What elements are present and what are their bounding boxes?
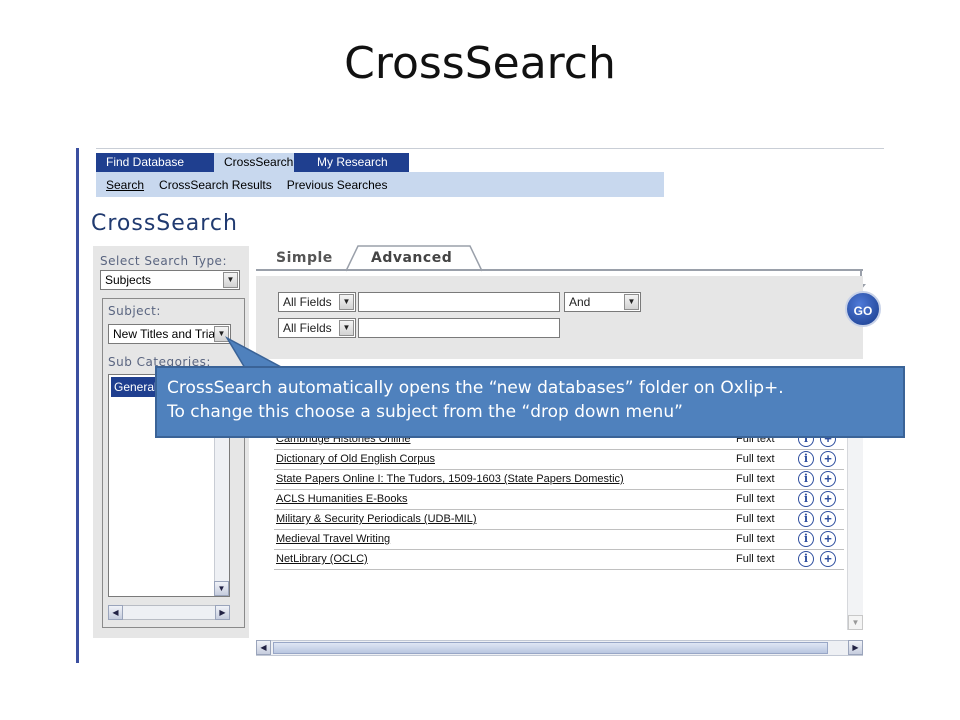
- plus-icon[interactable]: +: [820, 451, 836, 467]
- search-type-select[interactable]: Subjects ▼: [100, 270, 240, 290]
- info-icon[interactable]: i: [798, 491, 814, 507]
- tab-simple[interactable]: Simple: [276, 246, 333, 270]
- result-access: Full text: [736, 473, 775, 485]
- chevron-down-icon[interactable]: ▼: [339, 320, 354, 336]
- result-access: Full text: [736, 533, 775, 545]
- table-row: Medieval Travel Writing Full text i +: [274, 530, 844, 550]
- callout-box: CrossSearch automatically opens the “new…: [155, 366, 905, 438]
- search-type-panel: Select Search Type: Subjects ▼ Subject: …: [93, 246, 249, 638]
- tab-find-database[interactable]: Find Database: [96, 153, 214, 172]
- callout-line-1: CrossSearch automatically opens the “new…: [167, 378, 784, 398]
- results-vertical-scrollbar[interactable]: ▼: [847, 418, 863, 630]
- field-select-2-value: All Fields: [283, 321, 332, 335]
- scroll-right-icon[interactable]: ▶: [848, 640, 863, 655]
- left-rule: [76, 148, 79, 663]
- plus-icon[interactable]: +: [820, 531, 836, 547]
- scroll-thumb[interactable]: [273, 642, 828, 654]
- list-horizontal-scrollbar[interactable]: ◀ ▶: [108, 605, 230, 620]
- scroll-left-icon[interactable]: ◀: [108, 605, 123, 620]
- table-row: State Papers Online I: The Tudors, 1509-…: [274, 470, 844, 490]
- plus-icon[interactable]: +: [820, 471, 836, 487]
- tab-my-research[interactable]: My Research: [294, 153, 409, 172]
- callout-pointer: [225, 336, 284, 369]
- page-heading: CrossSearch: [91, 211, 238, 236]
- plus-icon[interactable]: +: [820, 551, 836, 567]
- advanced-search-form: All Fields ▼ And ▼ All Fields ▼: [256, 276, 863, 359]
- result-access: Full text: [736, 513, 775, 525]
- result-access: Full text: [736, 553, 775, 565]
- main-nav: Find Database CrossSearch My Research: [96, 153, 409, 172]
- subject-value: New Titles and Trials: [113, 327, 224, 341]
- result-title-link[interactable]: Dictionary of Old English Corpus: [276, 453, 435, 465]
- scroll-down-icon[interactable]: ▼: [848, 615, 863, 630]
- sub-nav: Search CrossSearch Results Previous Sear…: [96, 172, 664, 197]
- table-row: Dictionary of Old English Corpus Full te…: [274, 450, 844, 470]
- chevron-down-icon[interactable]: ▼: [624, 294, 639, 310]
- info-icon[interactable]: i: [798, 531, 814, 547]
- result-title-link[interactable]: NetLibrary (OCLC): [276, 553, 368, 565]
- tabs-baseline: [256, 269, 863, 271]
- info-icon[interactable]: i: [798, 511, 814, 527]
- operator-select[interactable]: And ▼: [564, 292, 641, 312]
- tab-crosssearch[interactable]: CrossSearch: [214, 153, 294, 172]
- tab-advanced[interactable]: Advanced: [371, 246, 452, 270]
- scroll-down-icon[interactable]: ▼: [214, 581, 229, 596]
- scroll-left-icon[interactable]: ◀: [256, 640, 271, 655]
- info-icon[interactable]: i: [798, 451, 814, 467]
- subject-select[interactable]: New Titles and Trials ▼: [108, 324, 231, 344]
- search-type-label: Select Search Type:: [100, 254, 227, 268]
- callout-line-2: To change this choose a subject from the…: [167, 402, 683, 422]
- subnav-search[interactable]: Search: [106, 178, 144, 192]
- result-title-link[interactable]: State Papers Online I: The Tudors, 1509-…: [276, 473, 624, 485]
- chevron-down-icon[interactable]: ▼: [223, 272, 238, 288]
- search-term-input-1[interactable]: [358, 292, 560, 312]
- result-access: Full text: [736, 493, 775, 505]
- result-title-link[interactable]: Military & Security Periodicals (UDB-MIL…: [276, 513, 476, 525]
- result-title-link[interactable]: ACLS Humanities E-Books: [276, 493, 407, 505]
- subnav-previous-searches[interactable]: Previous Searches: [287, 178, 388, 192]
- subject-label: Subject:: [108, 304, 161, 318]
- plus-icon[interactable]: +: [820, 511, 836, 527]
- results-list: Cambridge Histories Online Full text i +…: [274, 430, 844, 570]
- main-horizontal-scrollbar[interactable]: ◀ ▶: [256, 640, 863, 656]
- field-select-1[interactable]: All Fields ▼: [278, 292, 356, 312]
- result-access: Full text: [736, 453, 775, 465]
- top-rule: [96, 148, 884, 149]
- info-icon[interactable]: i: [798, 551, 814, 567]
- search-type-value: Subjects: [105, 273, 152, 287]
- info-icon[interactable]: i: [798, 471, 814, 487]
- scroll-right-icon[interactable]: ▶: [215, 605, 230, 620]
- subnav-crosssearch-results[interactable]: CrossSearch Results: [159, 178, 272, 192]
- result-title-link[interactable]: Medieval Travel Writing: [276, 533, 390, 545]
- plus-icon[interactable]: +: [820, 491, 836, 507]
- table-row: Military & Security Periodicals (UDB-MIL…: [274, 510, 844, 530]
- go-button[interactable]: GO: [845, 291, 881, 327]
- table-row: ACLS Humanities E-Books Full text i +: [274, 490, 844, 510]
- chevron-down-icon[interactable]: ▼: [339, 294, 354, 310]
- table-row: NetLibrary (OCLC) Full text i +: [274, 550, 844, 570]
- operator-value: And: [569, 295, 591, 309]
- slide-title: CrossSearch: [344, 38, 616, 89]
- search-term-input-2[interactable]: [358, 318, 560, 338]
- field-select-1-value: All Fields: [283, 295, 332, 309]
- subject-box: Subject: New Titles and Trials ▼ Sub Cat…: [102, 298, 245, 628]
- field-select-2[interactable]: All Fields ▼: [278, 318, 356, 338]
